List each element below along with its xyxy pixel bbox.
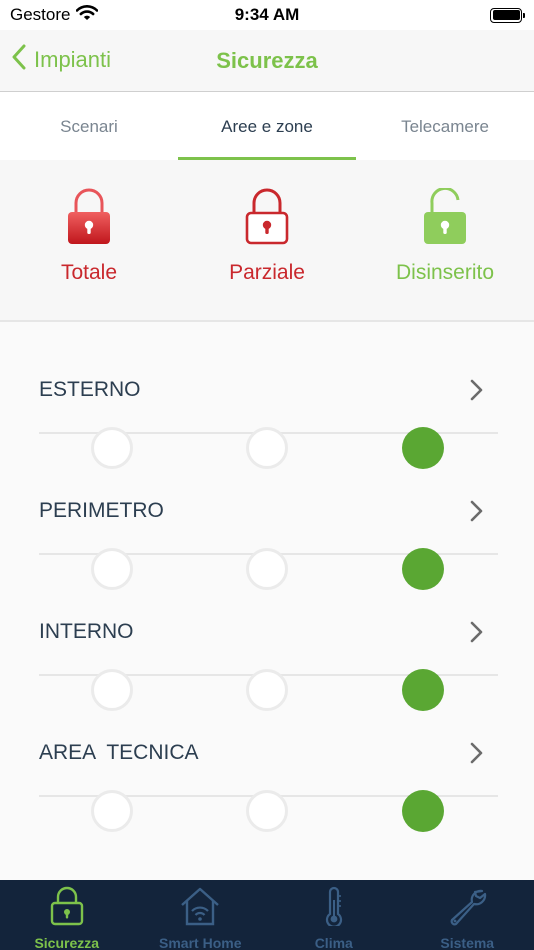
- wifi-icon: [76, 4, 99, 26]
- tabbar-clima[interactable]: Clima: [267, 880, 401, 950]
- zone-interno: INTERNO: [0, 608, 534, 729]
- mode-label: Disinserito: [395, 261, 495, 284]
- tab-label: Scenari: [60, 116, 118, 136]
- zone-perimetro: PERIMETRO: [0, 487, 534, 608]
- zone-name: INTERNO: [39, 620, 134, 643]
- tabbar-smart-home[interactable]: Smart Home: [134, 880, 268, 950]
- tab-aree-e-zone[interactable]: Aree e zone: [178, 93, 356, 160]
- mode-label: Totale: [60, 261, 118, 284]
- status-left: Gestore: [10, 4, 99, 26]
- lock-open-icon: [422, 186, 468, 251]
- bottom-tab-bar: Sicurezza Smart Home Clima Sistema: [0, 880, 534, 950]
- carrier-label: Gestore: [10, 5, 71, 24]
- tab-scenari[interactable]: Scenari: [0, 93, 178, 160]
- back-button[interactable]: Impianti: [12, 44, 111, 76]
- alarm-modes: Totale Parziale Disinserito: [0, 160, 534, 322]
- wrench-icon: [446, 886, 488, 931]
- slider-stop-1[interactable]: [91, 669, 133, 711]
- slider-stop-3[interactable]: [402, 669, 444, 711]
- tab-label: Aree e zone: [221, 116, 313, 136]
- zone-header[interactable]: ESTERNO: [0, 366, 534, 416]
- chevron-left-icon: [12, 44, 26, 76]
- zone-header[interactable]: PERIMETRO: [0, 487, 534, 537]
- chevron-right-icon: [470, 621, 484, 648]
- mode-label: Parziale: [229, 261, 305, 284]
- slider-stop-3[interactable]: [402, 548, 444, 590]
- mode-disinserito-button[interactable]: Disinserito: [356, 160, 534, 320]
- smart-home-icon: [179, 886, 221, 931]
- tabbar-sistema[interactable]: Sistema: [401, 880, 534, 950]
- thermometer-icon: [322, 886, 346, 931]
- tabbar-label: Sicurezza: [34, 935, 100, 950]
- slider-stop-2[interactable]: [246, 548, 288, 590]
- slider-stop-2[interactable]: [246, 669, 288, 711]
- zone-name: ESTERNO: [39, 378, 141, 401]
- zone-name: PERIMETRO: [39, 499, 164, 522]
- mode-totale-button[interactable]: Totale: [0, 160, 178, 320]
- slider-stop-2[interactable]: [246, 427, 288, 469]
- slider-stop-1[interactable]: [91, 548, 133, 590]
- slider-stop-2[interactable]: [246, 790, 288, 832]
- slider-stop-1[interactable]: [91, 427, 133, 469]
- lock-closed-filled-icon: [66, 188, 112, 251]
- segment-tabs: Scenari Aree e zone Telecamere: [0, 93, 534, 160]
- zone-area-tecnica: AREA TECNICA: [0, 729, 534, 850]
- chevron-right-icon: [470, 742, 484, 769]
- lock-icon: [50, 886, 84, 931]
- slider-stop-3[interactable]: [402, 427, 444, 469]
- zone-name: AREA TECNICA: [39, 741, 199, 764]
- tab-label: Telecamere: [401, 116, 489, 136]
- slider-stop-3[interactable]: [402, 790, 444, 832]
- back-label: Impianti: [34, 47, 112, 72]
- zones-list: ESTERNO PERIMETRO INTERNO AREA TECNICA: [0, 322, 534, 880]
- tabbar-label: Clima: [314, 935, 353, 950]
- zone-header[interactable]: INTERNO: [0, 608, 534, 658]
- lock-closed-outline-icon: [244, 188, 290, 251]
- tabbar-label: Sistema: [440, 935, 495, 950]
- slider-stop-1[interactable]: [91, 790, 133, 832]
- zone-header[interactable]: AREA TECNICA: [0, 729, 534, 779]
- tab-telecamere[interactable]: Telecamere: [356, 93, 534, 160]
- battery-icon: [490, 7, 525, 23]
- chevron-right-icon: [470, 500, 484, 527]
- chevron-right-icon: [470, 379, 484, 406]
- mode-parziale-button[interactable]: Parziale: [178, 160, 356, 320]
- tabbar-sicurezza[interactable]: Sicurezza: [0, 880, 134, 950]
- nav-bar: Impianti Sicurezza: [0, 30, 534, 92]
- zone-esterno: ESTERNO: [0, 366, 534, 487]
- tabbar-label: Smart Home: [159, 935, 242, 950]
- status-bar: Gestore 9:34 AM: [0, 0, 534, 30]
